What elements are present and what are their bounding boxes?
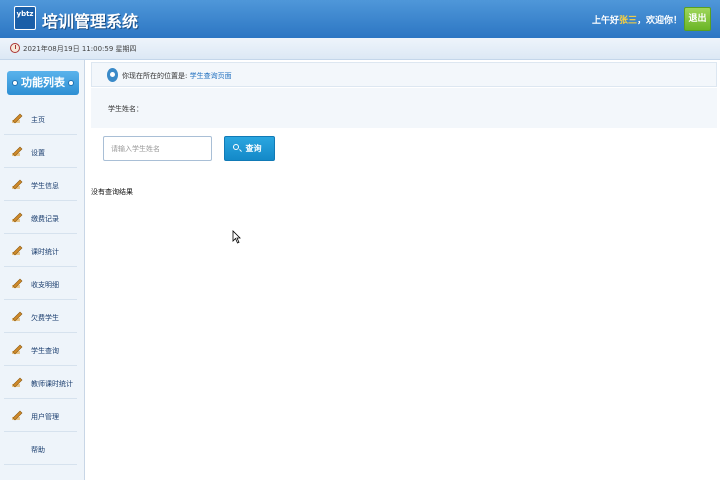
- sidebar: 功能列表 主页 设置 学生信息 缴费记录 课时统计 收支明细 欠费学生 学生查询…: [0, 60, 85, 480]
- sidebar-item-arrears[interactable]: 欠费学生: [4, 300, 77, 333]
- sidebar-item-student-info[interactable]: 学生信息: [4, 168, 77, 201]
- sidebar-item-label: 教师课时统计: [31, 380, 73, 388]
- greeting-prefix: 上午好: [591, 16, 619, 26]
- edit-icon: [12, 410, 23, 421]
- sidebar-item-label: 帮助: [31, 446, 45, 454]
- student-name-label: 学生姓名：: [108, 105, 143, 113]
- sidebar-item-label: 设置: [31, 149, 45, 157]
- no-result-message: 没有查询结果: [91, 188, 133, 196]
- edit-icon: [12, 212, 23, 223]
- breadcrumb-current[interactable]: 学生查询页面: [190, 72, 232, 80]
- app-title: 培训管理系统: [42, 12, 139, 31]
- edit-icon: [12, 245, 23, 256]
- sidebar-item-user-management[interactable]: 用户管理: [4, 399, 77, 432]
- student-name-input[interactable]: [103, 136, 212, 161]
- sidebar-item-label: 用户管理: [31, 413, 59, 421]
- sidebar-item-help[interactable]: 帮助: [4, 432, 77, 465]
- breadcrumb-prefix: 你现在所在的位置是:: [122, 72, 188, 80]
- sidebar-item-student-search[interactable]: 学生查询: [4, 333, 77, 366]
- bullet-icon: [68, 80, 74, 86]
- edit-icon: [12, 146, 23, 157]
- search-icon: [233, 144, 239, 150]
- search-button-label: 查询: [245, 144, 262, 153]
- bullet-icon: [12, 80, 18, 86]
- current-datetime: 2021年08月19日 11:00:59 星期四: [23, 45, 137, 53]
- sidebar-item-label: 学生信息: [31, 182, 59, 190]
- sidebar-item-label: 学生查询: [31, 347, 59, 355]
- sidebar-item-label: 课时统计: [31, 248, 59, 256]
- search-button[interactable]: 查询: [224, 136, 275, 161]
- top-header: ybtz 培训管理系统 上午好张三，欢迎你！ 退出: [0, 0, 720, 38]
- sidebar-item-label: 缴费记录: [31, 215, 59, 223]
- sidebar-item-income-expense[interactable]: 收支明细: [4, 267, 77, 300]
- greeting-suffix: ，欢迎你！: [636, 16, 682, 26]
- sidebar-item-label: 主页: [31, 116, 45, 124]
- sidebar-title: 功能列表: [7, 71, 79, 95]
- clock-icon: [10, 43, 20, 53]
- app-logo: ybtz: [14, 6, 36, 30]
- edit-icon: [12, 278, 23, 289]
- date-bar: 2021年08月19日 11:00:59 星期四: [0, 38, 720, 60]
- sidebar-item-home[interactable]: 主页: [4, 102, 77, 135]
- location-pin-icon: [107, 68, 118, 82]
- mouse-cursor-icon: [232, 230, 241, 244]
- username: 张三: [618, 16, 637, 26]
- sidebar-item-teacher-hours[interactable]: 教师课时统计: [4, 366, 77, 399]
- sidebar-title-text: 功能列表: [21, 76, 65, 89]
- sidebar-item-settings[interactable]: 设置: [4, 135, 77, 168]
- edit-icon: [12, 344, 23, 355]
- sidebar-item-class-hours[interactable]: 课时统计: [4, 234, 77, 267]
- logout-button[interactable]: 退出: [684, 7, 711, 31]
- greeting: 上午好张三，欢迎你！: [592, 13, 682, 26]
- sidebar-item-payment-records[interactable]: 缴费记录: [4, 201, 77, 234]
- search-panel: 学生姓名：: [91, 88, 717, 128]
- edit-icon: [12, 113, 23, 124]
- edit-icon: [12, 377, 23, 388]
- breadcrumb: 你现在所在的位置是: 学生查询页面: [91, 62, 717, 87]
- edit-icon: [12, 311, 23, 322]
- sidebar-item-label: 欠费学生: [31, 314, 59, 322]
- sidebar-item-label: 收支明细: [31, 281, 59, 289]
- breadcrumb-text: 你现在所在的位置是: 学生查询页面: [122, 71, 232, 81]
- edit-icon: [12, 179, 23, 190]
